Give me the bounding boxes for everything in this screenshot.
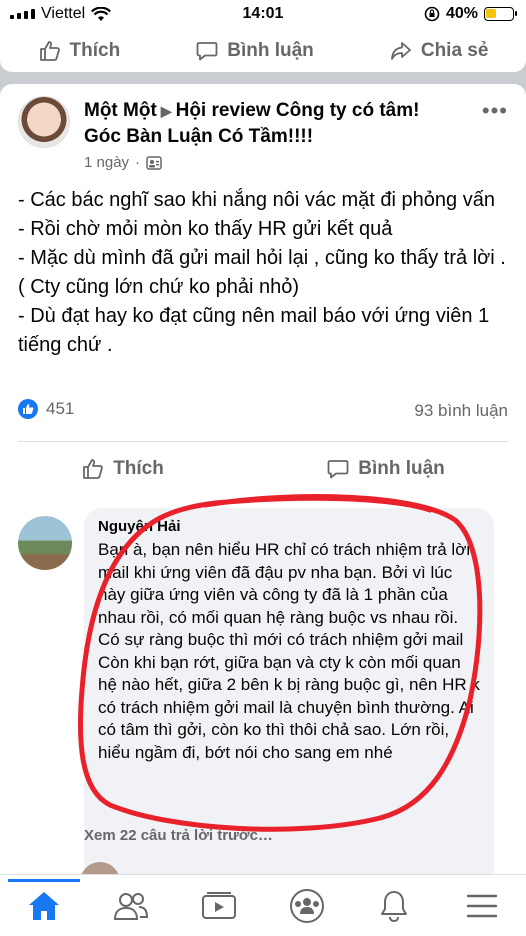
tab-menu[interactable]	[456, 880, 508, 932]
post-meta: 1 ngày ·	[84, 154, 162, 171]
menu-icon	[466, 894, 498, 917]
post-card: Một Một ▶ Hội review Công ty có tâm! Góc B…	[0, 84, 526, 894]
tab-friends[interactable]	[105, 880, 157, 932]
prev-comment-button[interactable]: Bình luận	[195, 39, 314, 63]
comment-icon	[196, 42, 218, 61]
tab-home[interactable]	[7, 878, 80, 932]
commenter-name[interactable]: Nguyên Hải	[98, 518, 480, 535]
reaction-summary[interactable]: 451	[18, 399, 74, 419]
divider	[18, 441, 508, 442]
reaction-count: 451	[46, 399, 75, 418]
groups-icon	[289, 888, 324, 923]
like-button[interactable]: Thích	[81, 457, 164, 481]
author-avatar[interactable]	[18, 96, 70, 148]
post-line: - Rồi chờ mỏi mòn ko thấy HR gửi kết quả	[18, 218, 393, 240]
home-icon	[28, 891, 59, 920]
bottom-nav	[0, 874, 526, 936]
watch-icon	[202, 891, 237, 919]
comment-label: Bình luận	[358, 458, 445, 479]
post-header-title: Một Một ▶ Hội review Công ty có tâm! Góc B…	[84, 98, 454, 149]
like-label: Thích	[113, 458, 164, 479]
thumbs-up-icon	[39, 41, 60, 61]
post-line: - Các bác nghĩ sao khi nắng nôi vác mặt …	[18, 189, 495, 211]
next-comment-bubble[interactable]	[130, 862, 470, 874]
post-body: - Các bác nghĩ sao khi nắng nôi vác mặt …	[18, 186, 518, 360]
comment-button[interactable]: Bình luận	[326, 457, 445, 481]
more-options-icon[interactable]: •••	[482, 98, 508, 124]
like-reaction-icon	[18, 399, 38, 419]
prev-comment-label: Bình luận	[227, 40, 314, 61]
commenter-avatar[interactable]	[18, 516, 72, 570]
comment-count[interactable]: 93 bình luận	[414, 401, 508, 421]
comment-icon	[327, 460, 349, 479]
status-bar: Viettel 14:01 40%	[0, 0, 526, 30]
previous-post-actions: Thích Bình luận Chia sẻ	[0, 30, 526, 72]
post-line: - Mặc dù mình đã gửi mail hỏi lại , cũng…	[18, 247, 506, 298]
tab-watch[interactable]	[193, 880, 245, 932]
post-actions: Thích Bình luận	[0, 448, 526, 490]
group-audience-icon	[146, 155, 162, 170]
tab-notifications[interactable]	[368, 880, 420, 932]
caret-right-icon: ▶	[160, 103, 172, 119]
prev-like-label: Thích	[69, 40, 121, 61]
notifications-icon	[381, 890, 408, 922]
view-previous-replies-link[interactable]: Xem 22 câu trả lời trước…	[84, 827, 273, 844]
thumbs-up-icon	[83, 459, 104, 479]
status-right: 40%	[424, 5, 517, 23]
orientation-lock-icon	[424, 6, 440, 22]
post-time[interactable]: 1 ngày	[84, 154, 129, 171]
prev-share-button[interactable]: Chia sẻ	[389, 39, 489, 63]
tab-groups[interactable]	[281, 880, 333, 932]
battery-percent: 40%	[445, 5, 478, 22]
prev-share-label: Chia sẻ	[420, 40, 489, 61]
share-icon	[390, 42, 411, 60]
author-name[interactable]: Một Một	[84, 100, 157, 121]
friends-icon	[114, 892, 149, 920]
post-line: - Dù đạt hay ko đạt cũng nên mail báo vớ…	[18, 305, 490, 356]
battery-icon	[484, 7, 517, 21]
prev-like-button[interactable]: Thích	[38, 39, 121, 63]
comment-text: Bạn à, bạn nên hiểu HR chỉ có trách nhiệ…	[98, 540, 480, 762]
